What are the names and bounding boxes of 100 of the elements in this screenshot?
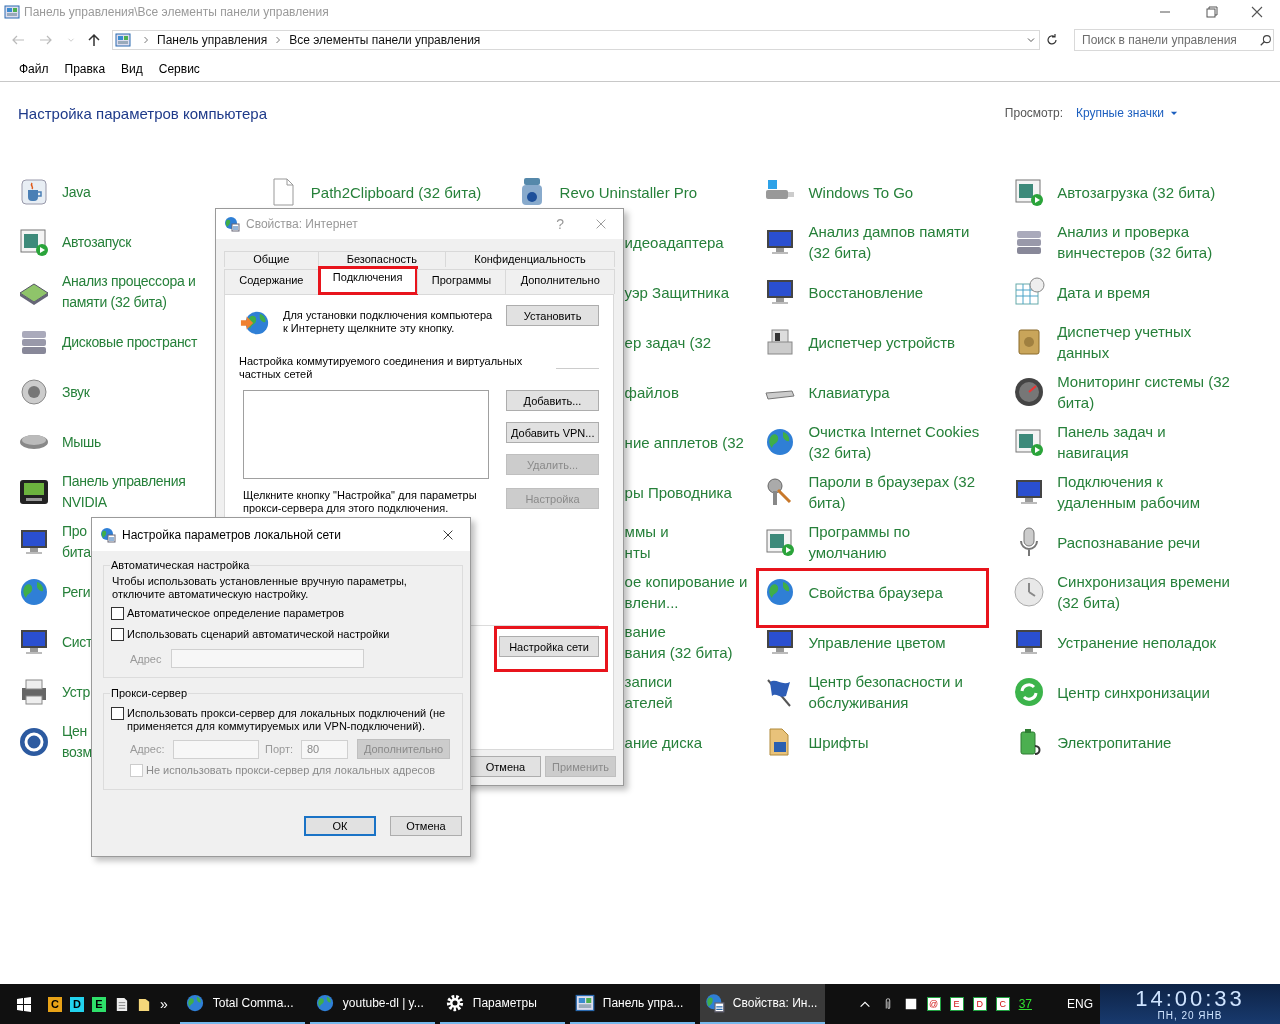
quick-launch-icon[interactable]: C xyxy=(48,996,62,1012)
tray-icon[interactable]: E xyxy=(949,997,964,1011)
tray-counter[interactable]: 37 xyxy=(1018,997,1032,1011)
menu-item[interactable]: Правка xyxy=(64,61,106,76)
address-field[interactable] xyxy=(171,649,364,668)
checkbox[interactable] xyxy=(111,628,124,641)
taskbar-button[interactable]: youtube-dl | y... xyxy=(309,984,435,1024)
control-panel-item[interactable]: Устр xyxy=(18,676,90,708)
control-panel-item[interactable]: Звук xyxy=(18,376,90,408)
tray-icon[interactable]: C xyxy=(995,997,1010,1011)
globe-icon xyxy=(100,526,116,543)
control-panel-item[interactable]: Распознавание речи xyxy=(1013,526,1201,558)
add-vpn-button[interactable]: Добавить VPN... xyxy=(506,422,599,443)
document-icon[interactable] xyxy=(114,996,129,1012)
control-panel-item[interactable]: Revo Uninstaller Pro xyxy=(515,176,698,208)
control-panel-item[interactable]: Клавиатура xyxy=(764,381,890,403)
breadcrumb[interactable]: Панель управления xyxy=(157,33,268,47)
control-panel-item[interactable]: Очистка Internet Cookies (32 бита) xyxy=(764,421,980,463)
control-panel-item[interactable]: Windows To Go xyxy=(764,176,914,208)
control-panel-item[interactable]: Про бита xyxy=(18,521,91,563)
quick-launch-icon[interactable]: D xyxy=(70,996,84,1012)
add-button[interactable]: Добавить... xyxy=(506,390,599,411)
control-panel-item[interactable]: Центр синхронизации xyxy=(1013,676,1210,708)
control-panel-item[interactable]: Мониторинг системы (32 бита) xyxy=(1013,371,1230,413)
tab[interactable]: Содержание xyxy=(224,269,319,294)
language-indicator[interactable]: ENG xyxy=(1067,997,1093,1011)
tab[interactable]: Подключения xyxy=(317,267,418,294)
address-bar[interactable]: Панель управления Все элементы панели управления xyxy=(112,30,1040,50)
globe-icon xyxy=(224,216,240,232)
tab[interactable]: Дополнительно xyxy=(505,269,615,294)
control-panel-item[interactable]: Шрифты xyxy=(764,726,869,758)
search-field[interactable]: Поиск в панели управления xyxy=(1074,29,1274,51)
control-panel-item[interactable]: Java xyxy=(18,176,91,208)
control-panel-item[interactable]: Диспетчер учетных данных xyxy=(1013,321,1192,363)
control-panel-item[interactable]: Дисковые пространст xyxy=(18,326,198,358)
control-panel-item[interactable]: Автозапуск xyxy=(18,226,132,258)
description-text: Чтобы использовать установленные вручную параметры, отключите автоматическую настройку. xyxy=(112,575,408,601)
tab[interactable]: Конфиденциальность xyxy=(445,251,615,267)
connection-list[interactable] xyxy=(243,390,489,479)
restore-icon[interactable] xyxy=(1203,4,1219,20)
control-panel-item[interactable]: Панель задач и навигация xyxy=(1013,421,1166,463)
control-panel-item[interactable]: Пароли в браузерах (32 бита) xyxy=(764,471,975,513)
taskbar-button[interactable]: Total Comma... xyxy=(179,984,305,1024)
control-panel-item[interactable]: Анализ дампов памяти (32 бита) xyxy=(764,221,970,263)
control-panel-item[interactable]: Синхронизация времени (32 бита) xyxy=(1013,571,1230,613)
control-panel-item[interactable]: Электропитание xyxy=(1013,726,1172,758)
taskbar-button[interactable]: Свойства: Ин... xyxy=(699,984,825,1024)
control-panel-item[interactable]: Path2Clipboard (32 бита) xyxy=(266,176,482,208)
tray-icon[interactable]: D xyxy=(972,997,987,1011)
tab[interactable]: Программы xyxy=(416,269,507,294)
clock-panel[interactable]: 14:00:33 ПН, 20 ЯНВ xyxy=(1100,984,1280,1024)
refresh-icon[interactable] xyxy=(1044,32,1060,48)
control-panel-item[interactable]: Цен возм xyxy=(18,721,92,763)
breadcrumb[interactable]: Все элементы панели управления xyxy=(289,33,481,47)
control-panel-item[interactable]: Анализ и проверка винчестеров (32 бита) xyxy=(1013,221,1213,263)
taskbar-button[interactable]: Параметры xyxy=(439,984,565,1024)
menu-item[interactable]: Вид xyxy=(121,61,143,76)
control-panel-item[interactable]: Панель управления NVIDIA xyxy=(18,471,186,513)
tab[interactable]: Общие xyxy=(224,251,319,267)
close-icon[interactable] xyxy=(1249,4,1265,20)
ok-button[interactable]: ОК xyxy=(304,816,376,836)
quick-launch-icon[interactable]: E xyxy=(92,996,106,1012)
cancel-button[interactable]: Отмена xyxy=(390,816,462,836)
overflow-button[interactable]: » xyxy=(160,996,168,1012)
help-button[interactable]: ? xyxy=(556,216,564,232)
lan-settings-button[interactable]: Настройка сети xyxy=(499,636,599,657)
control-panel-item[interactable]: Сист xyxy=(18,626,93,658)
page-heading: Настройка параметров компьютера xyxy=(18,104,267,122)
control-panel-item[interactable]: Диспетчер устройств xyxy=(764,326,956,358)
control-panel-item[interactable]: Дата и время xyxy=(1013,276,1151,308)
control-panel-item[interactable]: Реги xyxy=(18,576,91,608)
menu-item[interactable]: Сервис xyxy=(158,61,200,76)
address-field[interactable] xyxy=(173,739,259,759)
setup-button[interactable]: Установить xyxy=(506,305,599,326)
window-title: Панель управления\Все элементы панели управления xyxy=(24,5,329,19)
control-panel-item[interactable]: Восстановление xyxy=(764,276,924,308)
up-arrow-icon[interactable] xyxy=(86,32,102,48)
view-label: Просмотр: xyxy=(1004,106,1063,120)
control-panel-item[interactable]: Центр безопасности и обслуживания xyxy=(764,671,963,713)
section-label: Настройка коммутируемого соединения и виртуальных частных сетей xyxy=(239,355,523,381)
clock-time: 14:00:33 xyxy=(1135,987,1245,1010)
control-panel-item[interactable]: Программы по умолчанию xyxy=(764,521,911,563)
control-panel-item[interactable]: Управление цветом xyxy=(764,626,946,658)
checkbox[interactable] xyxy=(111,607,124,620)
control-panel-item[interactable]: Подключения к удаленным рабочим xyxy=(1013,471,1200,513)
square-icon[interactable] xyxy=(903,997,918,1011)
windows-logo-icon[interactable] xyxy=(16,996,32,1012)
control-panel-item[interactable]: Свойства браузера xyxy=(764,576,943,608)
view-mode-link[interactable]: Крупные значки xyxy=(1075,106,1179,120)
control-panel-item[interactable]: Устранение неполадок xyxy=(1013,626,1217,658)
search-icon[interactable] xyxy=(1259,33,1273,47)
tray-icon[interactable]: @ xyxy=(926,997,941,1011)
cancel-button[interactable]: Отмена xyxy=(470,756,541,777)
taskbar-button[interactable]: Панель упра... xyxy=(569,984,695,1024)
folder-icon[interactable] xyxy=(137,996,152,1012)
control-panel-item[interactable]: Автозагрузка (32 бита) xyxy=(1013,176,1216,208)
control-panel-item[interactable]: Мышь xyxy=(18,431,102,453)
menu-item[interactable]: Файл xyxy=(19,61,49,76)
checkbox[interactable] xyxy=(111,707,124,720)
control-panel-item[interactable]: Анализ процессора и памяти (32 бита) xyxy=(18,271,196,313)
